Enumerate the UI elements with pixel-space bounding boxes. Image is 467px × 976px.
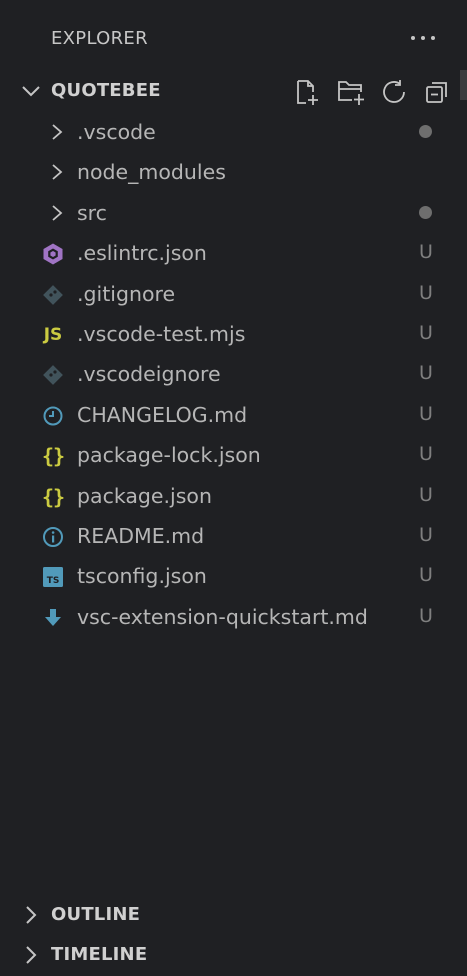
- untracked-badge: U: [419, 523, 433, 546]
- untracked-badge: U: [419, 604, 433, 627]
- ellipsis-icon[interactable]: [406, 26, 440, 50]
- json-icon: {}: [41, 444, 65, 469]
- scrollbar-edge[interactable]: [460, 70, 467, 100]
- tree-file-changelog[interactable]: CHANGELOG.md U: [0, 395, 467, 435]
- tree-item-label: .vscode: [77, 120, 156, 144]
- collapse-all-button[interactable]: [420, 74, 454, 108]
- tree-item-label: .gitignore: [77, 281, 176, 306]
- untracked-badge: U: [419, 443, 433, 466]
- info-icon: [40, 524, 66, 550]
- tree-file-gitignore[interactable]: .gitignore U: [0, 274, 467, 314]
- download-icon: [40, 605, 66, 631]
- tree-folder-src[interactable]: src: [0, 193, 467, 233]
- outline-title: OUTLINE: [51, 904, 141, 925]
- new-folder-button[interactable]: [332, 74, 366, 108]
- refresh-icon: [383, 80, 405, 103]
- tree-item-label: src: [77, 200, 107, 225]
- chevron-right-icon: [47, 203, 67, 223]
- tree-item-label: README.md: [77, 523, 205, 548]
- tree-file-readme[interactable]: README.md U: [0, 516, 467, 556]
- tree-item-label: vsc-extension-quickstart.md: [77, 604, 368, 629]
- tree-file-package-lock[interactable]: {} package-lock.json U: [0, 435, 467, 475]
- timeline-section-header[interactable]: TIMELINE: [0, 934, 467, 974]
- untracked-badge: U: [419, 402, 433, 425]
- project-title: QUOTEBEE: [51, 80, 161, 101]
- json-icon: {}: [41, 484, 65, 509]
- collapse-all-icon: [426, 82, 447, 103]
- project-section-header[interactable]: QUOTEBEE: [0, 70, 467, 110]
- outline-section-header[interactable]: OUTLINE: [0, 894, 467, 934]
- tree-file-package[interactable]: {} package.json U: [0, 476, 467, 516]
- modified-dot: [419, 205, 432, 219]
- tree-file-eslintrc[interactable]: .eslintrc.json U: [0, 233, 467, 273]
- tree-folder-node-modules[interactable]: node_modules: [0, 152, 467, 192]
- explorer-title: EXPLORER: [51, 28, 148, 49]
- new-file-icon: [297, 80, 318, 105]
- chevron-down-icon: [20, 80, 42, 102]
- project-actions: [288, 74, 458, 108]
- chevron-right-icon: [47, 122, 67, 142]
- modified-dot: [419, 125, 432, 138]
- ts-icon-text: TS: [47, 576, 60, 586]
- tree-item-label: CHANGELOG.md: [77, 402, 248, 427]
- tree-item-label: package.json: [77, 483, 212, 508]
- untracked-badge: U: [419, 281, 433, 304]
- untracked-badge: U: [419, 483, 433, 506]
- tree-folder-vscode[interactable]: .vscode: [0, 112, 467, 152]
- tree-file-tsconfig[interactable]: TS tsconfig.json U: [0, 556, 467, 596]
- tree-file-quickstart[interactable]: vsc-extension-quickstart.md U: [0, 597, 467, 637]
- git-icon: [40, 362, 66, 388]
- chevron-right-icon: [47, 162, 67, 182]
- untracked-badge: U: [419, 362, 433, 385]
- untracked-badge: U: [419, 564, 433, 587]
- chevron-right-icon: [20, 944, 42, 966]
- eslint-icon: [40, 241, 66, 267]
- untracked-badge: U: [419, 241, 433, 264]
- new-folder-icon: [338, 81, 364, 105]
- tree-item-label: .vscode-test.mjs: [77, 321, 246, 346]
- js-icon: JS: [43, 324, 63, 345]
- file-tree: .vscode node_modules src .eslintrc.json …: [0, 112, 467, 637]
- untracked-badge: U: [419, 321, 433, 344]
- tree-item-label: tsconfig.json: [77, 564, 207, 589]
- explorer-panel: EXPLORER QUOTEBEE .vscode node_modules s…: [0, 0, 467, 976]
- git-icon: [40, 282, 66, 308]
- timeline-title: TIMELINE: [51, 944, 148, 965]
- clock-icon: [40, 403, 66, 429]
- tree-item-label: node_modules: [77, 160, 226, 185]
- tree-file-vscodeignore[interactable]: .vscodeignore U: [0, 354, 467, 394]
- tree-item-label: .eslintrc.json: [77, 241, 207, 266]
- explorer-header: EXPLORER: [0, 18, 467, 58]
- new-file-button[interactable]: [288, 74, 322, 108]
- tree-file-vscode-test[interactable]: JS .vscode-test.mjs U: [0, 314, 467, 354]
- tree-item-label: package-lock.json: [77, 443, 261, 468]
- typescript-icon: TS: [40, 564, 66, 590]
- tree-item-label: .vscodeignore: [77, 362, 221, 387]
- refresh-button[interactable]: [376, 74, 410, 108]
- chevron-right-icon: [20, 904, 42, 926]
